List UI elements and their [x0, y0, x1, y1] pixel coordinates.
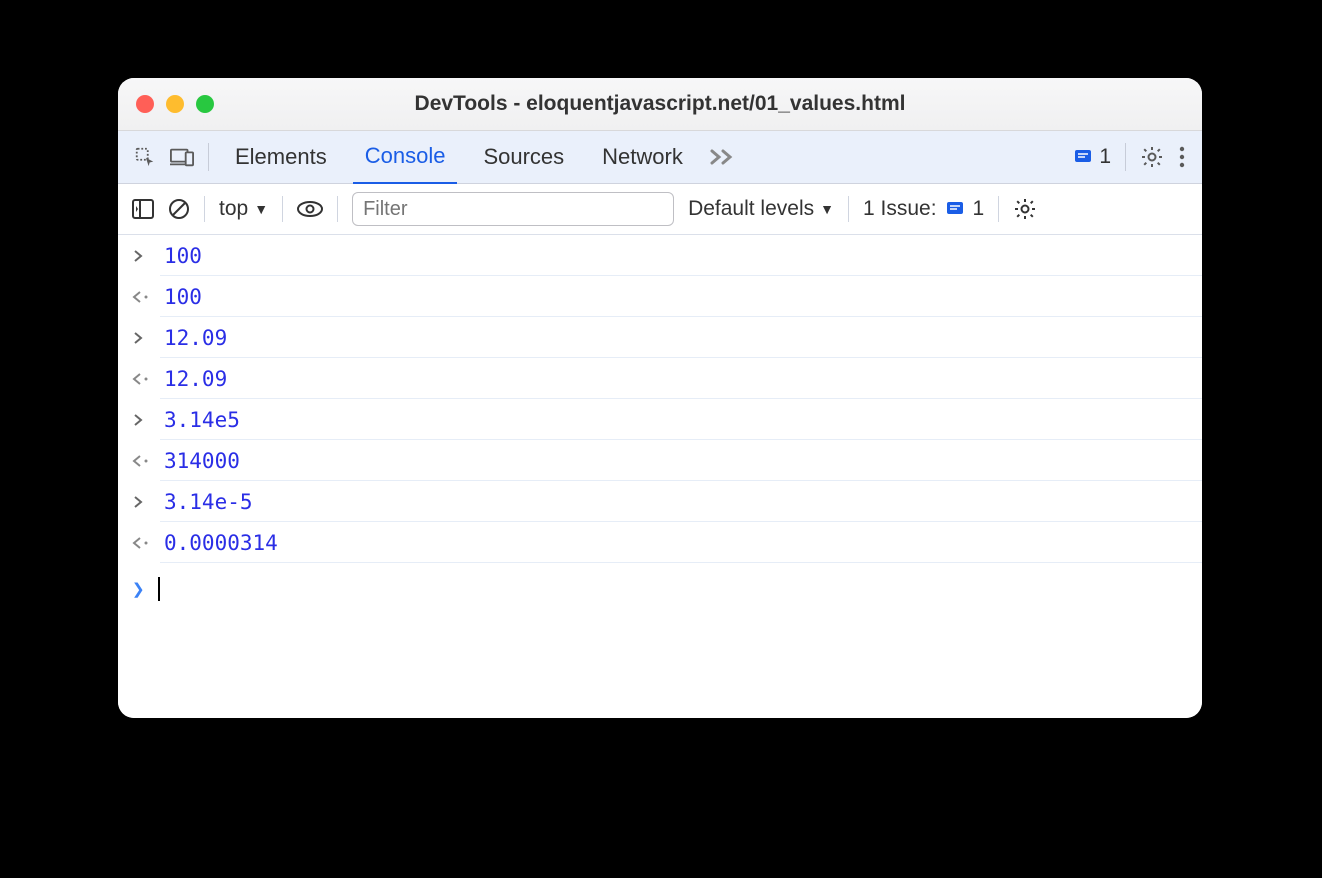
output-chevron-icon [132, 536, 154, 550]
context-label: top [219, 197, 248, 221]
levels-label: Default levels [688, 197, 814, 221]
more-tabs-icon[interactable] [709, 148, 737, 166]
divider [998, 196, 999, 222]
tabs-bar: Elements Console Sources Network 1 [118, 131, 1202, 184]
output-chevron-icon [132, 454, 154, 468]
divider [848, 196, 849, 222]
tab-console[interactable]: Console [353, 130, 458, 185]
execution-context-select[interactable]: top ▼ [219, 197, 268, 221]
console-input-row[interactable]: 3.14e-5 [118, 481, 1202, 522]
clear-console-icon[interactable] [168, 198, 190, 220]
console-toolbar: top ▼ Default levels ▼ 1 Issue: 1 [118, 184, 1202, 235]
divider [204, 196, 205, 222]
device-toolbar-icon[interactable] [170, 146, 194, 168]
toggle-sidebar-icon[interactable] [132, 199, 154, 219]
console-value: 12.09 [164, 326, 227, 350]
log-levels-select[interactable]: Default levels ▼ [688, 197, 834, 221]
console-output-row[interactable]: 12.09 [118, 358, 1202, 399]
tab-sources[interactable]: Sources [471, 131, 576, 183]
window-title: DevTools - eloquentjavascript.net/01_val… [118, 92, 1202, 116]
console-input-row[interactable]: 12.09 [118, 317, 1202, 358]
kebab-menu-icon[interactable] [1178, 146, 1186, 168]
console-output-row[interactable]: 0.0000314 [118, 522, 1202, 563]
output-chevron-icon [132, 290, 154, 304]
settings-icon[interactable] [1140, 145, 1164, 169]
console-input-row[interactable]: 100 [118, 235, 1202, 276]
console-value: 0.0000314 [164, 531, 278, 555]
live-expression-icon[interactable] [297, 200, 323, 218]
chevron-down-icon: ▼ [254, 201, 268, 217]
tab-network[interactable]: Network [590, 131, 695, 183]
divider [337, 196, 338, 222]
console-output-row[interactable]: 314000 [118, 440, 1202, 481]
devtools-window: DevTools - eloquentjavascript.net/01_val… [118, 78, 1202, 718]
console-input-row[interactable]: 3.14e5 [118, 399, 1202, 440]
input-chevron-icon [132, 249, 154, 263]
text-cursor [158, 577, 160, 601]
console-value: 314000 [164, 449, 240, 473]
tab-elements[interactable]: Elements [223, 131, 339, 183]
close-window-button[interactable] [136, 95, 154, 113]
chevron-down-icon: ▼ [820, 201, 834, 217]
console-value: 100 [164, 285, 202, 309]
console-settings-icon[interactable] [1013, 197, 1037, 221]
console-prompt[interactable]: ❯ [118, 563, 1202, 615]
issues-badge[interactable]: 1 [1073, 145, 1111, 169]
console-body: 100 100 12.09 12.09 3.14e5 314000 3.14e-5 0.000… [118, 235, 1202, 718]
divider [282, 196, 283, 222]
maximize-window-button[interactable] [196, 95, 214, 113]
issue-icon [945, 199, 965, 219]
issues-summary[interactable]: 1 Issue: 1 [863, 197, 984, 221]
row-divider [160, 562, 1202, 563]
console-value: 12.09 [164, 367, 227, 391]
issues-label: 1 Issue: [863, 197, 937, 221]
issues-badge-count: 1 [1099, 145, 1111, 169]
console-value: 3.14e5 [164, 408, 240, 432]
console-output-row[interactable]: 100 [118, 276, 1202, 317]
titlebar: DevTools - eloquentjavascript.net/01_val… [118, 78, 1202, 131]
minimize-window-button[interactable] [166, 95, 184, 113]
input-chevron-icon [132, 331, 154, 345]
divider [1125, 143, 1126, 171]
filter-input[interactable] [352, 192, 674, 226]
console-value: 100 [164, 244, 202, 268]
traffic-lights [136, 95, 214, 113]
input-chevron-icon [132, 413, 154, 427]
console-value: 3.14e-5 [164, 490, 253, 514]
output-chevron-icon [132, 372, 154, 386]
divider [208, 143, 209, 171]
issues-count: 1 [973, 197, 985, 221]
issue-icon [1073, 147, 1093, 167]
input-chevron-icon [132, 495, 154, 509]
prompt-chevron-icon: ❯ [132, 577, 154, 601]
inspect-element-icon[interactable] [134, 146, 156, 168]
